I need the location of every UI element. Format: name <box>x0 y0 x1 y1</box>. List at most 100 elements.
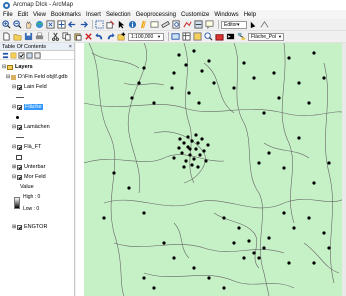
zoom-in-icon[interactable] <box>2 20 11 29</box>
identify-icon[interactable] <box>128 20 137 29</box>
time-slider-icon[interactable] <box>194 20 203 29</box>
cut-icon[interactable] <box>51 32 60 41</box>
menu-edit[interactable]: Edit <box>18 12 28 18</box>
layer-combo[interactable]: Fläche_Pol ▼ <box>248 32 284 41</box>
point-feature <box>272 71 276 75</box>
toolbar-separator <box>218 20 219 29</box>
layer-symbol[interactable] <box>0 132 74 142</box>
menu-windows[interactable]: Windows <box>214 12 238 18</box>
point-feature <box>187 91 191 95</box>
menu-insert[interactable]: Insert <box>86 12 101 18</box>
forward-icon[interactable] <box>79 20 88 29</box>
zoom-out-icon[interactable] <box>13 20 22 29</box>
layer-visibility-checkbox[interactable] <box>17 104 22 110</box>
edit-tool-icon[interactable] <box>249 20 258 29</box>
layer-visibility-checkbox[interactable] <box>17 164 22 170</box>
save-icon[interactable] <box>24 32 33 41</box>
layer-item[interactable]: ⊟ Lain Feld <box>0 82 74 92</box>
back-icon[interactable] <box>68 20 77 29</box>
map-scrollbar[interactable] <box>342 43 346 296</box>
raster-legend[interactable]: High : 0 Low : 0 <box>0 192 74 214</box>
python-icon[interactable] <box>226 32 235 41</box>
hyperlink-icon[interactable] <box>139 20 148 29</box>
route-icon[interactable] <box>183 20 192 29</box>
paste-icon[interactable] <box>73 32 82 41</box>
add-data-icon[interactable] <box>117 32 126 41</box>
measure-icon[interactable] <box>161 20 170 29</box>
map-canvas[interactable] <box>84 43 346 296</box>
menu-help[interactable]: Help <box>244 12 256 18</box>
menu-selection[interactable]: Selection <box>106 12 131 18</box>
menu-geoprocessing[interactable]: Geoprocessing <box>136 12 176 18</box>
editor-dropdown[interactable]: Editor▾ <box>221 20 247 29</box>
find-icon[interactable] <box>172 20 181 29</box>
layer-visibility-checkbox[interactable] <box>17 224 22 230</box>
point-feature <box>184 63 188 67</box>
list-by-selection-icon[interactable] <box>26 51 33 59</box>
menu-view[interactable]: View <box>33 12 46 18</box>
catalog-icon[interactable] <box>193 32 202 41</box>
print-icon[interactable] <box>35 32 44 41</box>
list-by-source-icon[interactable] <box>10 52 17 59</box>
undo-icon[interactable] <box>95 32 104 41</box>
layers-group[interactable]: ⊟ Layers <box>0 62 74 72</box>
sketch-icon[interactable] <box>260 20 269 29</box>
layer-item[interactable]: ⊟ Lamächen <box>0 122 74 132</box>
map-scale-combo[interactable]: 1:100,000 ▼ <box>128 32 164 41</box>
delete-icon[interactable] <box>84 32 93 41</box>
layer-visibility-checkbox[interactable] <box>17 174 22 180</box>
point-feature <box>312 261 316 265</box>
point-feature <box>197 101 201 105</box>
close-icon[interactable]: × <box>69 44 72 50</box>
pan-icon[interactable] <box>24 20 33 29</box>
arctoolbox-icon[interactable] <box>215 32 224 41</box>
redo-icon[interactable] <box>106 32 115 41</box>
open-icon[interactable] <box>13 32 22 41</box>
new-icon[interactable] <box>2 32 11 41</box>
fixed-zoom-in-icon[interactable] <box>46 20 55 29</box>
layer-symbol[interactable] <box>0 92 74 102</box>
layer-item[interactable]: ⊞ Unterbar <box>0 162 74 172</box>
high-label: High : 0 <box>23 194 41 200</box>
map-view[interactable] <box>76 43 346 296</box>
layer-visibility-checkbox[interactable] <box>17 84 22 90</box>
layer-item[interactable]: ⊞ ENGTOR <box>0 222 74 232</box>
layer-tree: ⊟ Layers ⊟ D:\Fin Feld obj\f.gdb ⊟ Lain … <box>0 60 74 232</box>
modelbuilder-icon[interactable] <box>237 32 246 41</box>
copy-icon[interactable] <box>62 32 71 41</box>
layer-item[interactable]: ⊟ Flä_FT <box>0 142 74 152</box>
layer-label: ENGTOR <box>24 224 48 230</box>
layer-visibility-checkbox[interactable] <box>17 124 22 130</box>
point-feature <box>192 157 196 161</box>
point-feature <box>257 256 261 260</box>
layer-item-selected[interactable]: ⊟ Fläche <box>0 102 74 112</box>
list-by-visibility-icon[interactable] <box>18 51 25 59</box>
layer-symbol[interactable] <box>0 152 74 162</box>
menu-customize[interactable]: Customize <box>181 12 209 18</box>
window-title: Arcmap DIck - ArcMap <box>13 2 74 8</box>
editor-toolbar-icon[interactable] <box>171 32 180 41</box>
html-popup-icon[interactable] <box>150 20 159 29</box>
menu-file[interactable]: File <box>3 12 13 18</box>
clear-selection-icon[interactable] <box>106 20 115 29</box>
select-elements-icon[interactable] <box>117 20 126 29</box>
layer-item[interactable]: ⊟ Mor Feld <box>0 172 74 182</box>
map-tips-icon[interactable] <box>205 20 214 29</box>
point-feature <box>267 151 271 155</box>
select-icon[interactable] <box>95 20 104 29</box>
options-icon[interactable] <box>34 51 41 59</box>
point-feature <box>190 163 194 167</box>
layer-visibility-checkbox[interactable] <box>17 144 22 150</box>
list-by-drawing-order-icon[interactable] <box>2 52 9 59</box>
low-label: Low : 0 <box>23 206 40 212</box>
gdb-group[interactable]: ⊟ D:\Fin Feld obj\f.gdb <box>0 72 74 82</box>
point-feature <box>112 171 116 175</box>
fixed-zoom-out-icon[interactable] <box>57 20 66 29</box>
layer-symbol[interactable] <box>0 112 74 122</box>
table-icon[interactable] <box>182 32 191 41</box>
search-window-icon[interactable] <box>204 32 213 41</box>
menu-bookmarks[interactable]: Bookmarks <box>51 12 81 18</box>
polygon-symbol-icon <box>16 154 22 160</box>
point-feature <box>222 286 226 290</box>
full-extent-icon[interactable] <box>35 20 44 29</box>
